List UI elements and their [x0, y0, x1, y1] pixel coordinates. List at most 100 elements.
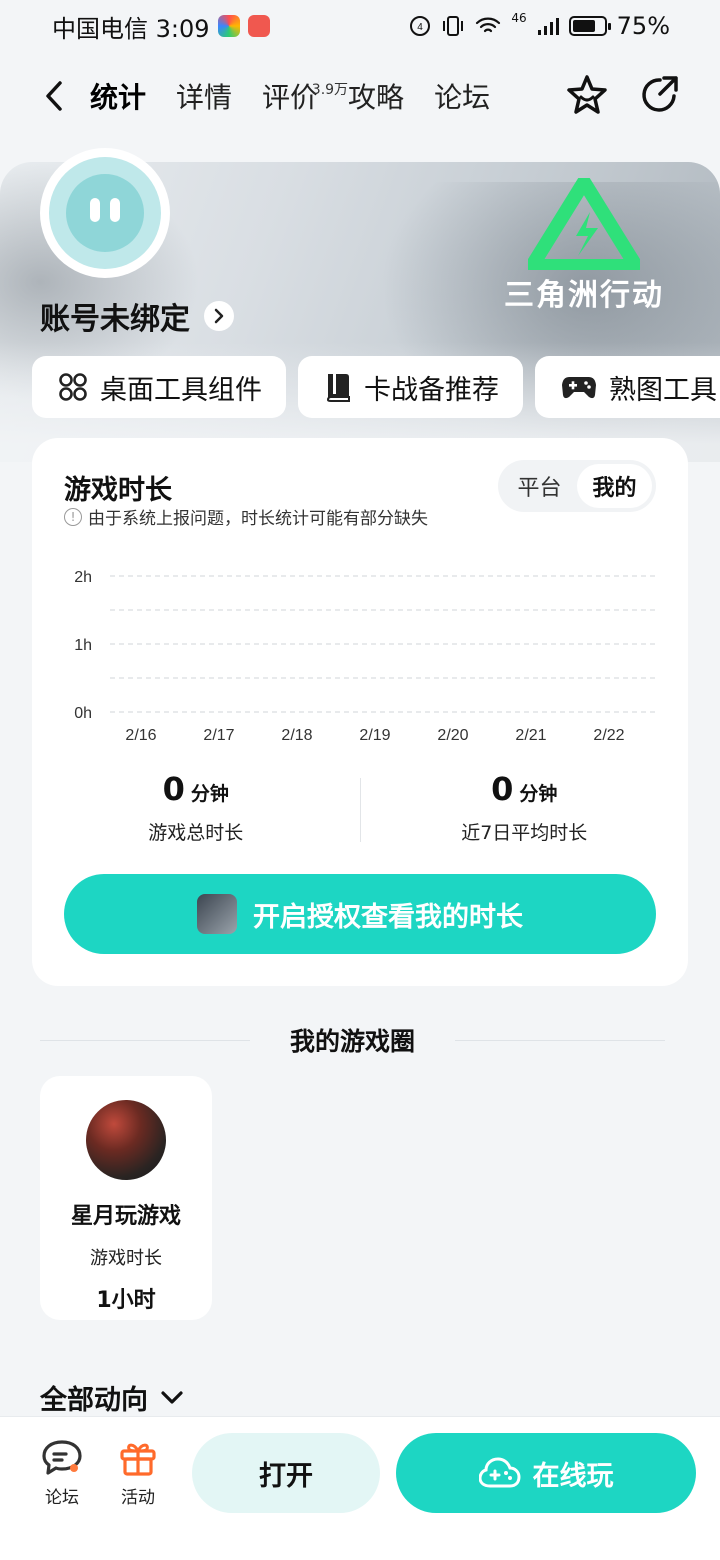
tool-map-tools[interactable]: 熟图工具	[535, 356, 720, 418]
account-status: 账号未绑定	[40, 302, 190, 337]
toggle-platform[interactable]: 平台	[502, 464, 577, 508]
feed-title: 全部动向	[40, 1385, 148, 1416]
tab-label: 统计	[90, 81, 147, 114]
wifi-icon	[476, 17, 501, 33]
back-button[interactable]	[34, 76, 74, 116]
cloud-gamepad-icon	[478, 1457, 521, 1488]
star-icon	[567, 75, 607, 114]
x-tick-label: 2/20	[437, 727, 468, 744]
gamepad-icon	[562, 377, 596, 399]
avg-playtime-label: 近7日平均时长	[461, 822, 588, 844]
tool-label: 熟图工具	[609, 374, 717, 406]
y-tick-label: 1h	[74, 637, 92, 654]
chevron-down-icon	[161, 1390, 183, 1404]
source-toggle: 平台 我的	[498, 460, 656, 512]
vibrate-icon	[443, 16, 464, 36]
review-count-badge: 3.9万	[311, 82, 349, 98]
play-online-label: 在线玩	[532, 1460, 614, 1492]
tool-desktop-widgets[interactable]: 桌面工具组件	[32, 356, 286, 418]
battery-fill	[572, 20, 596, 32]
circle-stat-label: 游戏时长	[90, 1248, 162, 1269]
bottom-action-bar: 论坛 活动 打开 在线玩	[0, 1416, 720, 1560]
y-tick-label: 0h	[74, 705, 92, 722]
app-notification-icon	[217, 15, 240, 37]
network-type: 46	[511, 11, 527, 25]
status-left: 中国电信 3:09	[52, 9, 270, 44]
x-tick-label: 2/19	[359, 727, 390, 744]
widgets-icon	[59, 373, 87, 401]
avatar-face-icon	[66, 174, 144, 252]
game-circle-title: 我的游戏圈	[290, 1027, 416, 1056]
tab-label: 攻略	[348, 81, 405, 114]
status-right: 4 46 75%	[409, 11, 670, 40]
x-tick-label: 2/21	[515, 727, 546, 744]
x-tick-label: 2/18	[281, 727, 312, 744]
chat-bubble-icon	[42, 1440, 82, 1475]
tab-label: 详情	[176, 81, 233, 114]
toggle-mine[interactable]: 我的	[577, 464, 652, 508]
favorite-button[interactable]	[564, 72, 610, 118]
total-playtime-unit: 分钟	[190, 783, 229, 805]
avatar-inner	[49, 157, 161, 269]
tool-shortcuts: 桌面工具组件 卡战备推荐 熟图工具	[32, 356, 720, 418]
hd-icon: 4	[410, 16, 431, 36]
account-binding[interactable]: 账号未绑定	[40, 294, 234, 338]
total-playtime-number: 0	[162, 770, 185, 808]
avg-playtime-number: 0	[491, 770, 514, 808]
book-icon	[327, 374, 350, 402]
playtime-chart-svg: 2h 1h 0h 2/16 2/17 2/18 2/19 2/20 2/21 2/22	[74, 569, 656, 744]
game-circle-header: 我的游戏圈	[0, 1020, 720, 1060]
circle-stat-value: 1小时	[96, 1288, 156, 1313]
divider-line	[455, 1039, 666, 1041]
activity-button[interactable]: 活动	[108, 1439, 168, 1508]
game-circle-card[interactable]: 星月玩游戏 游戏时长 1小时	[40, 1076, 212, 1320]
tab-details[interactable]: 详情	[176, 76, 232, 120]
battery-percent: 75%	[616, 12, 670, 40]
game-logo-triangle-icon	[528, 178, 640, 270]
avg-playtime-unit: 分钟	[519, 783, 558, 805]
authorize-playtime-button[interactable]: 开启授权查看我的时长	[64, 874, 656, 954]
signal-icon	[537, 18, 559, 35]
playtime-note-text: 由于系统上报问题，时长统计可能有部分缺失	[88, 509, 428, 529]
total-playtime-label: 游戏总时长	[148, 822, 244, 844]
back-icon	[46, 81, 62, 111]
gift-icon	[120, 1443, 156, 1476]
share-button[interactable]	[636, 72, 682, 118]
x-tick-label: 2/22	[593, 727, 624, 744]
tab-label: 论坛	[434, 81, 491, 114]
y-tick-label: 2h	[74, 569, 92, 586]
tool-label: 卡战备推荐	[364, 374, 499, 406]
nav-actions	[564, 72, 682, 118]
tab-stats[interactable]: 统计	[85, 76, 151, 120]
tab-reviews[interactable]: 评价 3.9万	[262, 76, 348, 120]
forum-button[interactable]: 论坛	[32, 1439, 92, 1508]
x-tick-label: 2/16	[125, 727, 156, 744]
user-avatar[interactable]	[40, 148, 170, 278]
open-label: 打开	[259, 1460, 313, 1492]
circle-avatar	[86, 1100, 166, 1180]
playtime-chart: 2h 1h 0h 2/16 2/17 2/18 2/19 2/20 2/21 2/22	[32, 558, 688, 758]
authorize-label: 开启授权查看我的时长	[253, 901, 523, 933]
tab-bar: 统计 详情 评价 3.9万 攻略 论坛	[85, 76, 520, 120]
tab-label: 评价	[262, 81, 319, 114]
playtime-note: ! 由于系统上报问题，时长统计可能有部分缺失	[64, 504, 428, 529]
tab-guides[interactable]: 攻略	[348, 76, 404, 120]
chevron-right-icon	[204, 301, 234, 331]
open-game-button[interactable]: 打开	[192, 1433, 380, 1513]
divider-line	[40, 1039, 250, 1041]
play-online-button[interactable]: 在线玩	[396, 1433, 696, 1513]
playtime-title: 游戏时长	[64, 475, 172, 506]
circle-name: 星月玩游戏	[70, 1204, 181, 1229]
app-screen: 中国电信 3:09 4 46 75% 统计 详情 评价 3.9万 攻略 论坛 三…	[0, 0, 720, 1560]
game-logo: 三角洲行动	[494, 178, 674, 313]
activity-label: 活动	[121, 1488, 155, 1508]
status-bar: 中国电信 3:09 4 46 75%	[0, 0, 720, 52]
avg-playtime-value: 0 分钟	[491, 770, 557, 808]
game-name: 三角洲行动	[504, 278, 664, 313]
playtime-card: 游戏时长 ! 由于系统上报问题，时长统计可能有部分缺失 平台 我的 2h 1h 0h…	[32, 438, 688, 986]
tool-loadout-recommend[interactable]: 卡战备推荐	[298, 356, 523, 418]
game-thumbnail-icon	[197, 894, 237, 934]
tab-forum[interactable]: 论坛	[434, 76, 490, 120]
feed-filter[interactable]: 全部动向	[40, 1378, 184, 1417]
share-icon	[642, 76, 678, 112]
